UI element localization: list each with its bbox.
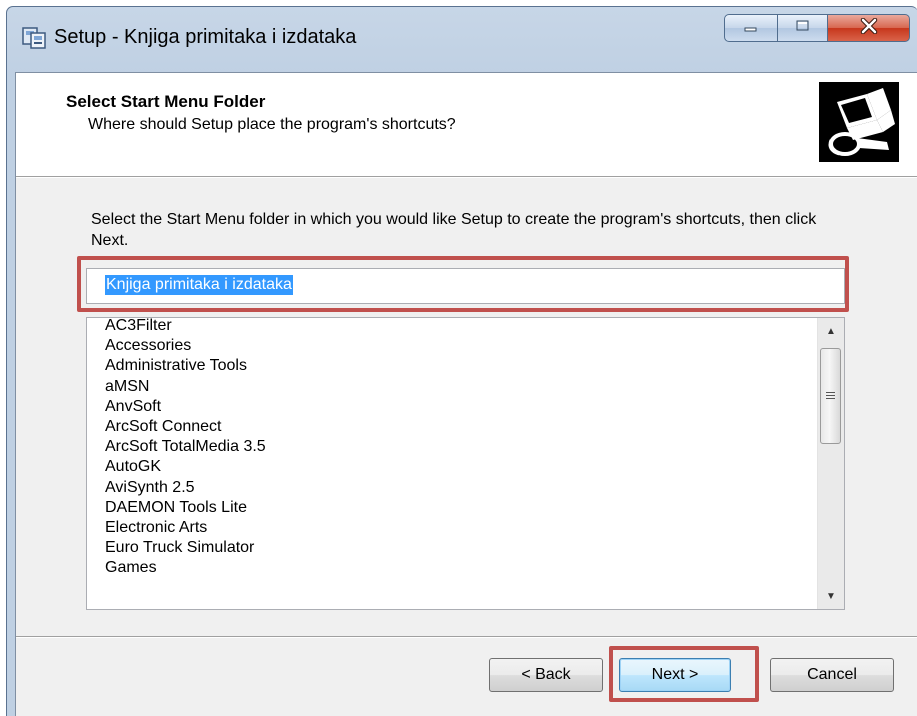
list-item[interactable]: Electronic Arts: [105, 518, 266, 538]
page-subtitle: Where should Setup place the program's s…: [88, 116, 456, 133]
list-item[interactable]: Games: [105, 558, 266, 578]
list-item[interactable]: AutoGK: [105, 457, 266, 477]
list-item[interactable]: DAEMON Tools Lite: [105, 498, 266, 518]
list-item[interactable]: ArcSoft TotalMedia 3.5: [105, 437, 266, 457]
list-item[interactable]: aMSN: [105, 377, 266, 397]
folder-list-items: AC3Filter Accessories Administrative Tools…: [105, 318, 266, 578]
scroll-up-button[interactable]: ▲: [818, 318, 844, 344]
page-title: Select Start Menu Folder: [66, 92, 266, 111]
list-scrollbar[interactable]: ▲ ▼: [817, 318, 844, 609]
maximize-icon: [795, 19, 811, 38]
highlight-next-button: [609, 646, 759, 702]
dialog-client-area: Select Start Menu Folder Where should Se…: [15, 72, 917, 716]
title-bar[interactable]: Setup - Knjiga primitaka i izdataka: [6, 6, 917, 72]
scroll-thumb[interactable]: [820, 348, 841, 444]
wizard-header: Select Start Menu Folder Where should Se…: [16, 73, 917, 177]
header-divider: [16, 177, 917, 178]
list-item[interactable]: AnvSoft: [105, 397, 266, 417]
instruction-text: Select the Start Menu folder in which yo…: [91, 211, 817, 249]
chevron-down-icon: ▼: [826, 590, 836, 602]
maximize-button[interactable]: [778, 14, 828, 42]
list-item[interactable]: Accessories: [105, 336, 266, 356]
minimize-button[interactable]: [724, 14, 778, 42]
chevron-up-icon: ▲: [826, 325, 836, 337]
close-icon: [860, 17, 878, 39]
caption-buttons: [724, 14, 910, 44]
grip-icon: [826, 392, 835, 400]
close-button[interactable]: [828, 14, 910, 42]
window-title: Setup - Knjiga primitaka i izdataka: [54, 26, 357, 48]
back-button-label: < Back: [521, 666, 571, 683]
list-item[interactable]: AviSynth 2.5: [105, 478, 266, 498]
minimize-icon: [743, 19, 759, 37]
list-item[interactable]: Administrative Tools: [105, 356, 266, 376]
cancel-button-label: Cancel: [807, 666, 857, 683]
back-button[interactable]: < Back: [489, 658, 603, 692]
cancel-button[interactable]: Cancel: [770, 658, 894, 692]
computer-install-icon: [817, 80, 901, 164]
footer-divider: [16, 636, 917, 638]
list-item[interactable]: Euro Truck Simulator: [105, 538, 266, 558]
highlight-folder-input: [77, 256, 849, 312]
scroll-down-button[interactable]: ▼: [818, 583, 844, 609]
folder-list[interactable]: AC3Filter Accessories Administrative Tools…: [86, 317, 845, 610]
list-item[interactable]: ArcSoft Connect: [105, 417, 266, 437]
setup-window: Setup - Knjiga primitaka i izdataka Sele…: [6, 6, 917, 716]
list-item[interactable]: AC3Filter: [105, 318, 266, 336]
setup-icon: [20, 23, 48, 51]
